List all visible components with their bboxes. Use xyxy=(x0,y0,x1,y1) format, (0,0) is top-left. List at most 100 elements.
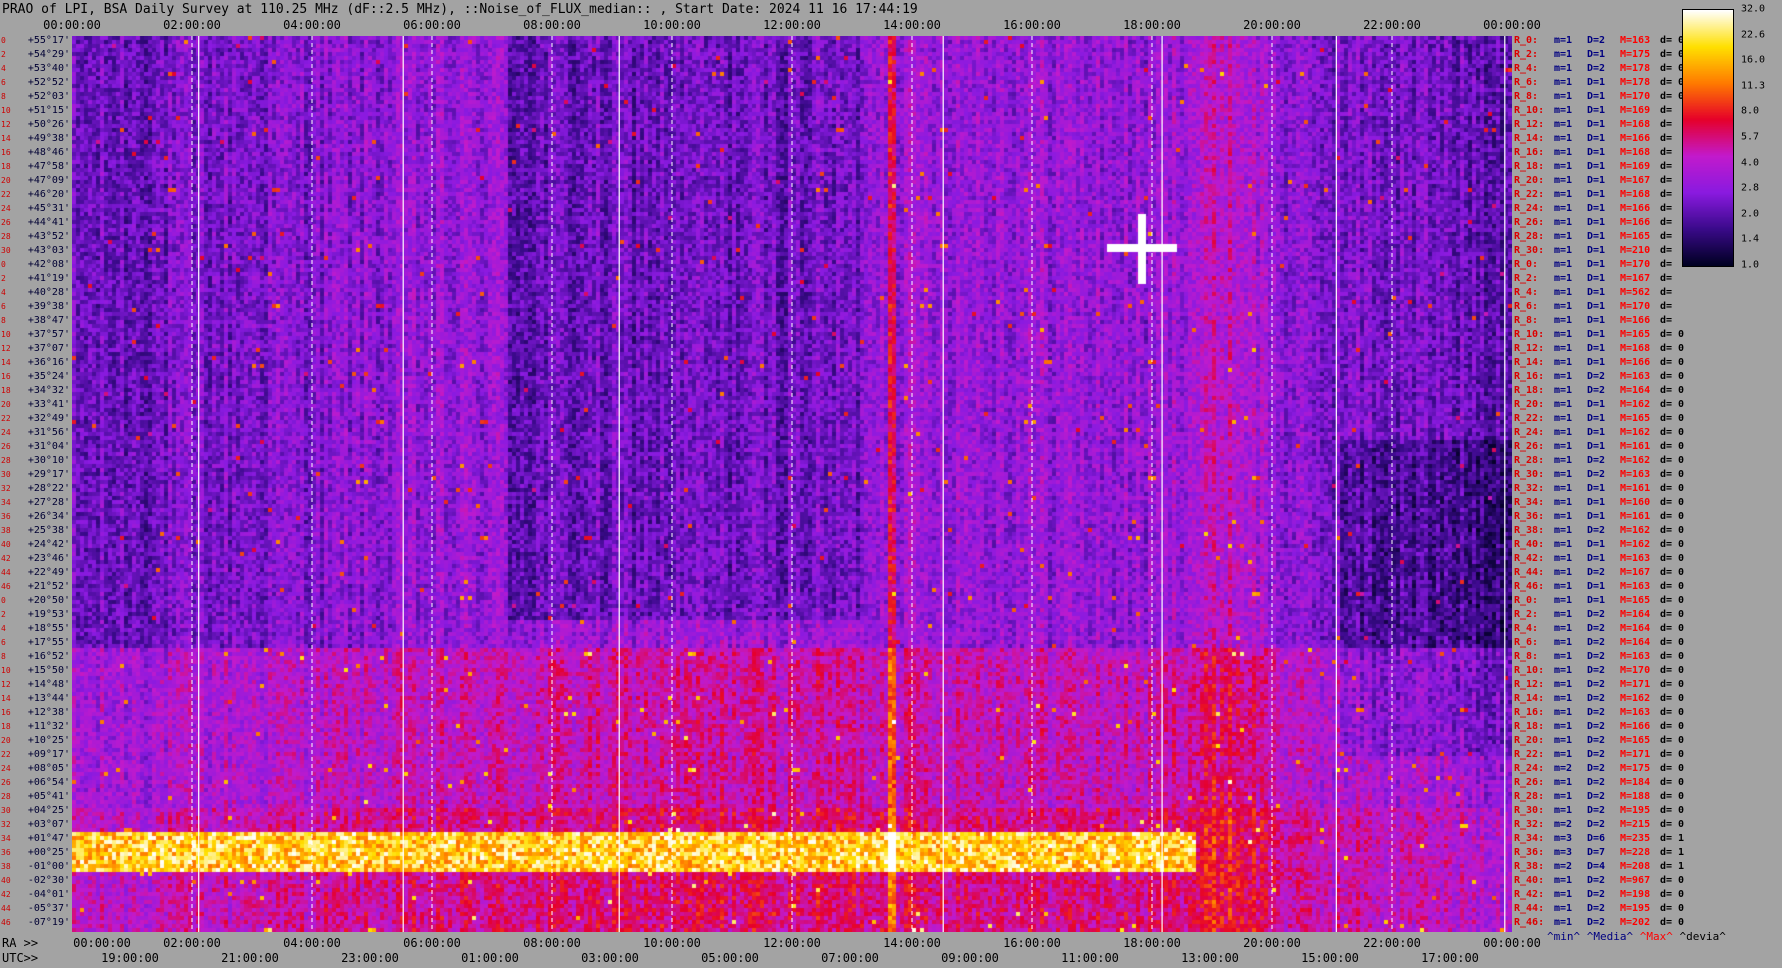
row-stat-min: m=1 xyxy=(1554,189,1573,200)
row-stat-max: M=165 xyxy=(1620,329,1651,340)
row-stat-media: D=2 xyxy=(1587,693,1606,704)
row-index-label: 46 xyxy=(1,918,11,927)
row-stat-media: D=1 xyxy=(1587,133,1606,144)
row-stat-devia: d= 0 xyxy=(1660,721,1685,732)
declination-tick: +27°28' xyxy=(27,497,70,508)
row-index-label: 6 xyxy=(1,638,6,647)
row-stat-devia: d= 0 xyxy=(1660,805,1685,816)
declination-tick: +40°28' xyxy=(27,287,70,298)
declination-tick: +37°07' xyxy=(27,343,70,354)
row-stat-max: M=175 xyxy=(1620,49,1651,60)
row-stat-label: R_4: xyxy=(1514,623,1539,634)
row-stat-media: D=2 xyxy=(1587,749,1606,760)
row-stat-media: D=2 xyxy=(1587,721,1606,732)
row-stat-devia: d= 0 xyxy=(1660,91,1685,102)
row-stat-label: R_22: xyxy=(1514,749,1545,760)
declination-tick: -04°01' xyxy=(27,889,70,900)
utc-tick: 23:00:00 xyxy=(341,951,399,965)
row-index-label: 30 xyxy=(1,806,11,815)
utc-tick: 11:00:00 xyxy=(1061,951,1119,965)
row-stat-devia: d= 0 xyxy=(1660,371,1685,382)
row-stat-min: m=1 xyxy=(1554,525,1573,536)
row-stat-min: m=1 xyxy=(1554,161,1573,172)
row-index-label: 0 xyxy=(1,260,6,269)
row-stat-min: m=1 xyxy=(1554,287,1573,298)
row-stat-devia: d= 0 xyxy=(1660,343,1685,354)
colorbar-tick: 2.0 xyxy=(1741,208,1760,220)
row-stat-max: M=171 xyxy=(1620,679,1651,690)
row-stat-max: M=163 xyxy=(1620,553,1651,564)
row-stat-max: M=162 xyxy=(1620,399,1651,410)
row-stat-max: M=195 xyxy=(1620,903,1651,914)
row-stat-min: m=1 xyxy=(1554,581,1573,592)
row-stat-media: D=2 xyxy=(1587,777,1606,788)
row-stat-min: m=1 xyxy=(1554,441,1573,452)
row-index-label: 2 xyxy=(1,274,6,283)
row-stat-max: M=161 xyxy=(1620,483,1651,494)
row-stat-label: R_14: xyxy=(1514,133,1545,144)
row-stat-devia: d= 0 xyxy=(1660,917,1685,928)
row-stat-devia: d= xyxy=(1660,105,1673,116)
row-stat-media: D=1 xyxy=(1587,203,1606,214)
row-stat-label: R_16: xyxy=(1514,371,1545,382)
row-stat-label: R_16: xyxy=(1514,707,1545,718)
colorbar-tick: 11.3 xyxy=(1741,80,1766,92)
declination-tick: +04°25' xyxy=(27,805,70,816)
row-stat-label: R_34: xyxy=(1514,497,1545,508)
row-stat-devia: d= 0 xyxy=(1660,735,1685,746)
row-stat-min: m=1 xyxy=(1554,371,1573,382)
row-stat-media: D=1 xyxy=(1587,553,1606,564)
row-stat-media: D=2 xyxy=(1587,805,1606,816)
row-stat-min: m=3 xyxy=(1554,847,1573,858)
row-stat-min: m=1 xyxy=(1554,777,1573,788)
row-index-label: 28 xyxy=(1,232,11,241)
row-stat-label: R_26: xyxy=(1514,777,1545,788)
ra-tick: 02:00:00 xyxy=(163,936,221,950)
row-stat-max: M=169 xyxy=(1620,105,1651,116)
row-stat-label: R_12: xyxy=(1514,679,1545,690)
row-stat-devia: d= xyxy=(1660,301,1673,312)
row-stat-max: M=163 xyxy=(1620,651,1651,662)
row-stat-max: M=165 xyxy=(1620,735,1651,746)
row-stat-media: D=1 xyxy=(1587,399,1606,410)
row-index-label: 24 xyxy=(1,428,11,437)
row-stat-label: R_18: xyxy=(1514,161,1545,172)
ra-tick: 22:00:00 xyxy=(1363,936,1421,950)
colorbar-tick: 4.0 xyxy=(1741,157,1760,169)
row-stat-label: R_28: xyxy=(1514,791,1545,802)
declination-tick: +13°44' xyxy=(27,693,70,704)
row-index-label: 28 xyxy=(1,792,11,801)
row-stat-devia: d= 0 xyxy=(1660,399,1685,410)
top-utc-tick: 20:00:00 xyxy=(1243,18,1301,32)
row-index-label: 6 xyxy=(1,302,6,311)
row-stat-media: D=1 xyxy=(1587,49,1606,60)
declination-tick: -05°37' xyxy=(27,903,70,914)
row-stat-label: R_20: xyxy=(1514,399,1545,410)
row-index-label: 46 xyxy=(1,582,11,591)
row-index-label: 42 xyxy=(1,890,11,899)
row-stat-label: R_16: xyxy=(1514,147,1545,158)
row-stat-devia: d= 0 xyxy=(1660,525,1685,536)
row-stat-max: M=168 xyxy=(1620,147,1651,158)
declination-tick: +03°07' xyxy=(27,819,70,830)
row-stat-min: m=1 xyxy=(1554,91,1573,102)
row-stat-devia: d= xyxy=(1660,231,1673,242)
row-stat-devia: d= 0 xyxy=(1660,35,1685,46)
utc-tick: 15:00:00 xyxy=(1301,951,1359,965)
row-index-label: 4 xyxy=(1,64,6,73)
row-index-label: 6 xyxy=(1,78,6,87)
row-stat-devia: d= 1 xyxy=(1660,833,1685,844)
declination-tick: +52°52' xyxy=(27,77,70,88)
row-stat-max: M=165 xyxy=(1620,595,1651,606)
row-stat-min: m=1 xyxy=(1554,399,1573,410)
row-stat-max: M=170 xyxy=(1620,259,1651,270)
row-index-label: 18 xyxy=(1,162,11,171)
row-index-label: 22 xyxy=(1,750,11,759)
row-stat-label: R_4: xyxy=(1514,63,1539,74)
row-stat-media: D=1 xyxy=(1587,315,1606,326)
row-index-label: 4 xyxy=(1,288,6,297)
row-stat-max: M=162 xyxy=(1620,539,1651,550)
chart-title: PRAO of LPI, BSA Daily Survey at 110.25 … xyxy=(2,2,918,17)
row-stat-min: m=2 xyxy=(1554,763,1573,774)
top-utc-tick: 06:00:00 xyxy=(403,18,461,32)
